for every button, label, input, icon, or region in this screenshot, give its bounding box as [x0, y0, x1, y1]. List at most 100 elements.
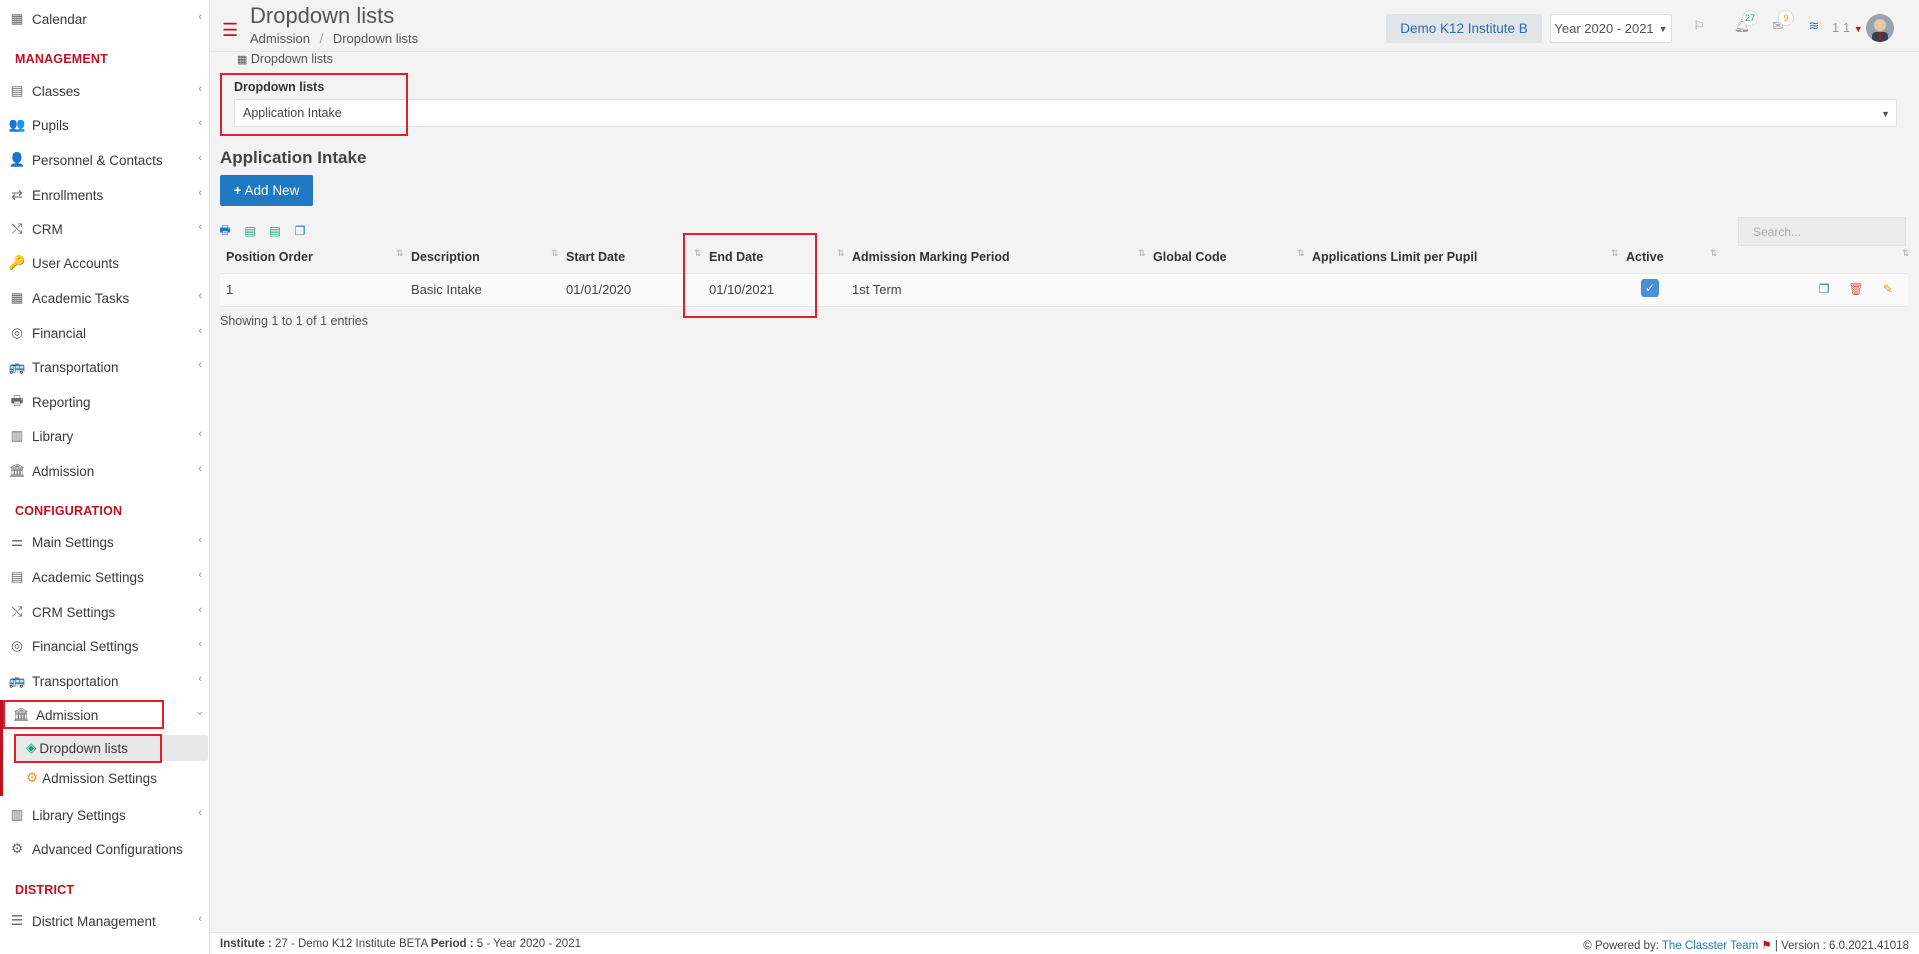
sidebar-item-district-management[interactable]: ☰ District Management ‹ [0, 906, 208, 936]
sidebar-item-label: Reporting [32, 394, 91, 410]
sidebar-item-label: Admission [32, 463, 95, 479]
sort-icon[interactable]: ⇅ [396, 248, 404, 259]
sidebar-item-transportation[interactable]: 🚌 Transportation ‹ [0, 352, 208, 382]
dropdown-list-select[interactable]: Application Intake ▼ [234, 99, 1897, 127]
table-info: Showing 1 to 1 of 1 entries [220, 314, 369, 328]
flag-icon[interactable]: ⚐ [1687, 14, 1711, 38]
sidebar-subitem-admission-settings[interactable]: ⚙ Admission Settings [26, 770, 157, 786]
classter-logo-icon: ⚑ [1761, 940, 1772, 952]
footer-institute-label: Institute : [220, 938, 272, 950]
avatar[interactable] [1866, 14, 1894, 42]
csv-export-icon[interactable]: ▤ [241, 222, 259, 240]
sidebar-item-crm[interactable]: ⤭ CRM ‹ [0, 214, 208, 244]
sort-icon[interactable]: ⇅ [1902, 248, 1910, 259]
hamburger-menu-icon[interactable]: ☰ [222, 20, 238, 41]
col-header-position-order[interactable]: Position Order [226, 250, 313, 264]
chevron-left-icon: ‹ [198, 117, 202, 129]
envelope-icon[interactable]: ✉ 9 [1766, 10, 1794, 38]
sort-icon[interactable]: ⇅ [551, 248, 559, 259]
breadcrumb-admission[interactable]: Admission [250, 31, 310, 46]
transportation-icon: 🚌 [8, 359, 26, 374]
layers-icon[interactable]: ≋ [1802, 14, 1826, 38]
add-new-button[interactable]: + Add New [220, 175, 313, 206]
sort-icon[interactable]: ⇅ [1710, 248, 1718, 259]
cell-description: Basic Intake [411, 282, 482, 297]
search-input[interactable]: Search... [1738, 217, 1906, 246]
col-header-start-date[interactable]: Start Date [566, 250, 625, 264]
col-header-applications-limit[interactable]: Applications Limit per Pupil [1312, 250, 1477, 264]
sidebar-item-label: District Management [32, 913, 156, 929]
sort-icon[interactable]: ⇅ [1611, 248, 1619, 259]
sidebar-item-label: Academic Settings [32, 569, 144, 585]
cell-start-date: 01/01/2020 [566, 282, 632, 297]
sidebar-item-advanced-configurations[interactable]: ⚙ Advanced Configurations [0, 834, 208, 864]
year-label: Year 2020 - 2021 [1554, 21, 1654, 36]
year-select[interactable]: Year 2020 - 2021 ▼ [1550, 14, 1672, 43]
gear-icon: ⚙ [26, 770, 39, 785]
plus-icon: + [233, 183, 242, 198]
sidebar-subitem-dropdown-lists[interactable]: ◈ Dropdown lists [26, 740, 128, 756]
sort-icon[interactable]: ⇅ [837, 248, 845, 259]
chevron-left-icon: ‹ [198, 83, 202, 95]
sidebar-item-classes[interactable]: ▤ Classes ‹ [0, 76, 208, 106]
sort-icon[interactable]: ⇅ [1138, 248, 1146, 259]
cell-position-order: 1 [226, 282, 234, 297]
powered-by-label: Powered by: [1594, 940, 1659, 952]
chevron-left-icon: ‹ [198, 569, 202, 581]
caret-down-icon: ▼ [1853, 24, 1863, 34]
table-icon: ▦ [237, 54, 248, 66]
col-header-description[interactable]: Description [411, 250, 480, 264]
sidebar-item-crm-settings[interactable]: ⤭ CRM Settings ‹ [0, 597, 208, 627]
chevron-left-icon: ‹ [198, 638, 202, 650]
chevron-left-icon: ‹ [198, 673, 202, 685]
footer-institute-value: 27 - Demo K12 Institute BETA [274, 938, 428, 950]
sidebar-item-personnel[interactable]: 👤 Personnel & Contacts ‹ [0, 145, 208, 175]
sidebar-item-library[interactable]: ▥ Library ‹ [0, 421, 208, 451]
sidebar-item-label: Academic Tasks [32, 290, 130, 306]
institute-button[interactable]: Demo K12 Institute B [1386, 14, 1542, 43]
col-header-marking-period[interactable]: Admission Marking Period [852, 250, 1010, 264]
active-checkbox[interactable]: ✓ [1641, 279, 1659, 297]
layers-icon: ◈ [26, 740, 37, 755]
sidebar-item-label: Admission [36, 707, 99, 723]
section-title: Application Intake [220, 148, 367, 167]
sidebar-item-enrollments[interactable]: ⇄ Enrollments ‹ [0, 180, 208, 210]
sidebar-item-label: Transportation [32, 673, 119, 689]
transportation-icon: 🚌 [8, 673, 26, 688]
col-header-end-date[interactable]: End Date [709, 250, 763, 264]
edit-pencil-icon[interactable]: ✎ [1880, 281, 1896, 297]
sort-icon[interactable]: ⇅ [1297, 248, 1305, 259]
sort-icon[interactable]: ⇅ [694, 248, 702, 259]
delete-icon[interactable]: 🗑︎ [1848, 281, 1864, 297]
sidebar-item-label: Main Settings [32, 534, 114, 550]
copyright-icon: © [1583, 940, 1592, 952]
sidebar-item-transportation-config[interactable]: 🚌 Transportation ‹ [0, 666, 208, 696]
sidebar-item-financial[interactable]: ◎ Financial ‹ [0, 318, 208, 348]
footer-period-value: 5 - Year 2020 - 2021 [476, 938, 581, 950]
copy-icon[interactable]: ❐ [291, 222, 309, 240]
sidebar-item-calendar[interactable]: ▦ Calendar ‹ [0, 4, 208, 34]
sidebar-item-admission-config[interactable]: 🏛 Admission ‹ [0, 700, 208, 730]
sidebar-item-user-accounts[interactable]: 🔑 User Accounts [0, 248, 208, 278]
chevron-left-icon: ‹ [198, 325, 202, 337]
sidebar-item-reporting[interactable]: 🖶 Reporting [0, 387, 208, 417]
copy-row-icon[interactable]: ❐ [1816, 281, 1832, 297]
print-icon[interactable]: 🖶 [216, 222, 234, 240]
sidebar-item-academic-settings[interactable]: ▤ Academic Settings ‹ [0, 562, 208, 592]
sidebar-item-pupils[interactable]: 👥 Pupils ‹ [0, 110, 208, 140]
sidebar-item-main-settings[interactable]: ⚌ Main Settings ‹ [0, 527, 208, 557]
notifications-badge: 27 [1742, 10, 1758, 26]
bell-icon[interactable]: 🔔︎ 27 [1730, 10, 1758, 38]
sidebar-item-academic-tasks[interactable]: ▦ Academic Tasks ‹ [0, 283, 208, 313]
admission-icon: 🏛 [12, 707, 30, 722]
classter-team-link[interactable]: The Classter Team [1662, 940, 1758, 952]
user-avatar-icon [1872, 19, 1888, 42]
sidebar-item-label: Classes [32, 83, 81, 99]
sidebar-item-admission[interactable]: 🏛 Admission ‹ [0, 456, 208, 486]
user-menu-number[interactable]: 1 1 ▼ [1832, 20, 1863, 35]
col-header-global-code[interactable]: Global Code [1153, 250, 1227, 264]
sidebar-item-library-settings[interactable]: ▥ Library Settings ‹ [0, 800, 208, 830]
excel-export-icon[interactable]: ▤ [266, 222, 284, 240]
col-header-active[interactable]: Active [1626, 250, 1664, 264]
sidebar-item-financial-settings[interactable]: ◎ Financial Settings ‹ [0, 631, 208, 661]
